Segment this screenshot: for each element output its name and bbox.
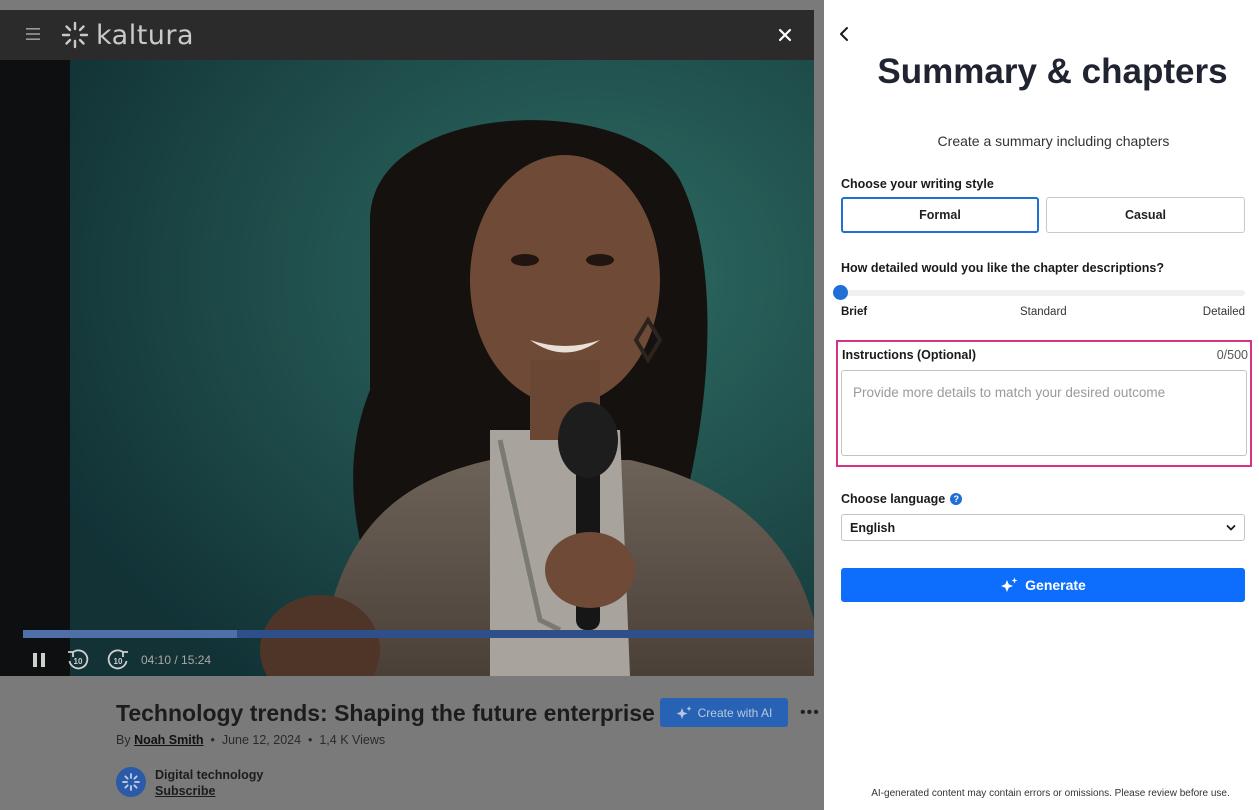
forward-10-button[interactable]: 10 [104, 644, 132, 676]
sparkle-icon [676, 705, 692, 719]
detail-slider-thumb[interactable] [833, 285, 848, 300]
progress-bar[interactable] [23, 630, 814, 638]
create-with-ai-label: Create with AI [697, 705, 773, 720]
video-frame [70, 60, 814, 676]
video-meta: By Noah Smith • June 12, 2024 • 1,4 K Vi… [116, 733, 385, 747]
duration: 15:24 [181, 653, 212, 667]
generate-button[interactable]: Generate [841, 568, 1245, 602]
hamburger-menu-icon[interactable] [26, 27, 40, 41]
by-prefix: By [116, 733, 135, 747]
publish-date: June 12, 2024 [221, 733, 302, 747]
forward-seconds: 10 [114, 657, 123, 666]
instructions-char-count: 0/500 [1216, 348, 1248, 362]
forward-icon: 10 [107, 649, 128, 670]
create-with-ai-button[interactable]: Create with AI [660, 698, 788, 727]
time-separator: / [171, 653, 182, 667]
more-options-icon[interactable]: ••• [800, 704, 820, 722]
kaltura-logo: kaltura [60, 19, 195, 51]
language-select[interactable]: English [841, 514, 1245, 541]
video-player[interactable]: 10 10 04:10 / 15:24 [0, 60, 814, 676]
player-page-overlay: kaltura 10 10 04:10 / 15:24 Technology t… [0, 0, 824, 810]
author-link[interactable]: Noah Smith [134, 733, 203, 747]
instructions-highlight: Instructions (Optional) 0/500 [836, 340, 1252, 467]
help-icon[interactable]: ? [950, 493, 963, 505]
pause-icon [33, 653, 45, 667]
kaltura-logo-icon [61, 21, 89, 49]
rewind-10-button[interactable]: 10 [64, 644, 92, 676]
panel-title: Summary & chapters [877, 52, 1228, 91]
close-icon[interactable] [777, 27, 793, 43]
pause-button[interactable] [28, 644, 50, 676]
style-casual-button[interactable]: Casual [1046, 197, 1245, 233]
chevron-down-icon [1226, 524, 1236, 531]
generate-label: Generate [1025, 577, 1086, 593]
detail-level-label: How detailed would you like the chapter … [841, 261, 1164, 275]
player-controls: 10 10 04:10 / 15:24 [0, 644, 814, 676]
subscribe-link[interactable]: Subscribe [155, 784, 215, 798]
language-label-row: Choose language ? [841, 492, 963, 506]
video-title: Technology trends: Shaping the future en… [116, 700, 655, 726]
panel-subtitle: Create a summary including chapters [937, 133, 1170, 149]
back-chevron-icon[interactable] [838, 25, 852, 43]
detail-level-brief: Brief [841, 306, 868, 318]
channel-avatar[interactable] [116, 767, 146, 797]
logo-text: kaltura [96, 19, 195, 51]
writing-style-label: Choose your writing style [841, 177, 994, 191]
rewind-icon: 10 [68, 649, 89, 670]
detail-slider-track[interactable] [841, 290, 1245, 296]
progress-bar-fill [23, 630, 237, 638]
language-value: English [850, 520, 896, 535]
sparkle-icon [1001, 577, 1018, 592]
rewind-seconds: 10 [74, 657, 83, 666]
channel-name[interactable]: Digital technology [155, 768, 263, 782]
instructions-label: Instructions (Optional) [842, 348, 977, 362]
view-count: 1,4 K Views [319, 733, 386, 747]
current-time: 04:10 [141, 653, 172, 667]
detail-level-standard: Standard [1020, 306, 1067, 318]
meta-dot: • [304, 733, 316, 747]
instructions-textarea[interactable] [841, 370, 1247, 456]
detail-level-detailed: Detailed [1202, 306, 1245, 318]
player-header: kaltura [0, 10, 814, 60]
time-readout: 04:10 / 15:24 [141, 653, 211, 667]
ai-disclaimer: AI-generated content may contain errors … [871, 788, 1230, 799]
meta-dot: • [207, 733, 219, 747]
channel-logo-icon [122, 773, 140, 791]
style-formal-button[interactable]: Formal [841, 197, 1039, 233]
summary-chapters-panel: Summary & chapters Create a summary incl… [824, 0, 1259, 810]
language-label: Choose language [841, 492, 946, 506]
